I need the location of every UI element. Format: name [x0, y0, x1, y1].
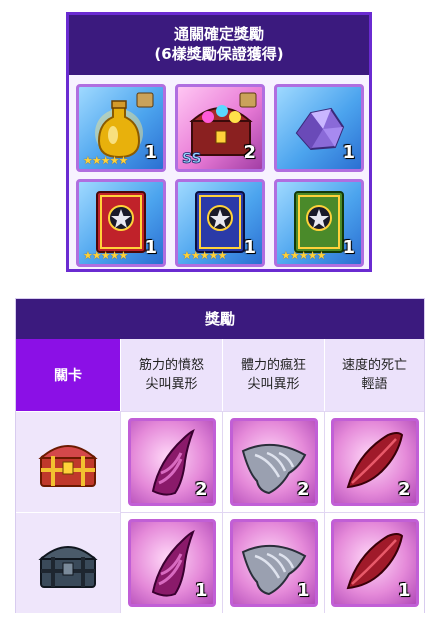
table-cell: 2 [120, 411, 222, 512]
reward-tile-green-book[interactable]: ★★★★★ 1 [274, 179, 364, 267]
material-quantity: 1 [296, 580, 310, 601]
table-cell: 1 [324, 512, 424, 613]
reward-tile-potion[interactable]: ★★★★★ 1 [76, 84, 166, 172]
star-rating: ★★★★★ [83, 154, 128, 167]
rewards-table-title: 獎勵 [16, 299, 424, 339]
ss-badge: SS [182, 151, 202, 167]
guaranteed-subtitle: (6樣獎勵保證獲得) [154, 45, 284, 63]
material-tile[interactable]: 2 [127, 418, 216, 506]
item-quantity: 1 [342, 142, 355, 163]
reward-tile-chest[interactable]: SS 2 [175, 84, 265, 172]
table-cell: 2 [222, 411, 324, 512]
column-header-stamina: 體力的瘋狂 尖叫異形 [222, 339, 324, 411]
column-header-speed: 速度的死亡 輕語 [324, 339, 424, 411]
table-cell: 1 [222, 512, 324, 613]
material-tile[interactable]: 2 [330, 418, 419, 506]
table-row-stage-2 [16, 512, 120, 613]
star-rating: ★★★★★ [281, 249, 326, 262]
material-quantity: 2 [194, 479, 208, 500]
item-quantity: 1 [144, 142, 157, 163]
item-quantity: 1 [342, 237, 355, 258]
material-tile[interactable]: 2 [229, 418, 318, 506]
iron-chest-icon [38, 546, 98, 588]
material-quantity: 1 [397, 580, 411, 601]
material-quantity: 2 [296, 479, 310, 500]
column-header-strength: 筋力的憤怒 尖叫異形 [120, 339, 222, 411]
guaranteed-title: 通關確定獎勵 [173, 25, 264, 43]
material-quantity: 1 [194, 580, 208, 601]
material-quantity: 2 [397, 479, 411, 500]
material-tile[interactable]: 1 [229, 519, 318, 607]
reward-tile-crystal[interactable]: 1 [274, 84, 364, 172]
table-cell: 1 [120, 512, 222, 613]
reward-tile-blue-book[interactable]: ★★★★★ 1 [175, 179, 265, 267]
gold-chest-icon [38, 445, 98, 487]
item-quantity: 1 [144, 237, 157, 258]
guaranteed-rewards-panel: 通關確定獎勵 (6樣獎勵保證獲得) ★★★★★ 1 SS 2 1 ★★★★★ 1… [66, 12, 372, 272]
rewards-table: 獎勵 關卡 筋力的憤怒 尖叫異形 體力的瘋狂 尖叫異形 速度的死亡 輕語 2 2… [15, 298, 425, 613]
star-rating: ★★★★★ [182, 249, 227, 262]
star-rating: ★★★★★ [83, 249, 128, 262]
reward-tile-red-book[interactable]: ★★★★★ 1 [76, 179, 166, 267]
stage-column-header: 關卡 [16, 339, 120, 411]
guaranteed-rewards-grid: ★★★★★ 1 SS 2 1 ★★★★★ 1 ★★★★★ 1 ★★★★★ 1 [69, 75, 369, 269]
table-cell: 2 [324, 411, 424, 512]
guaranteed-rewards-header: 通關確定獎勵 (6樣獎勵保證獲得) [69, 15, 369, 75]
item-quantity: 2 [243, 142, 256, 163]
table-row-stage-1 [16, 411, 120, 512]
material-tile[interactable]: 1 [127, 519, 216, 607]
item-quantity: 1 [243, 237, 256, 258]
material-tile[interactable]: 1 [330, 519, 419, 607]
